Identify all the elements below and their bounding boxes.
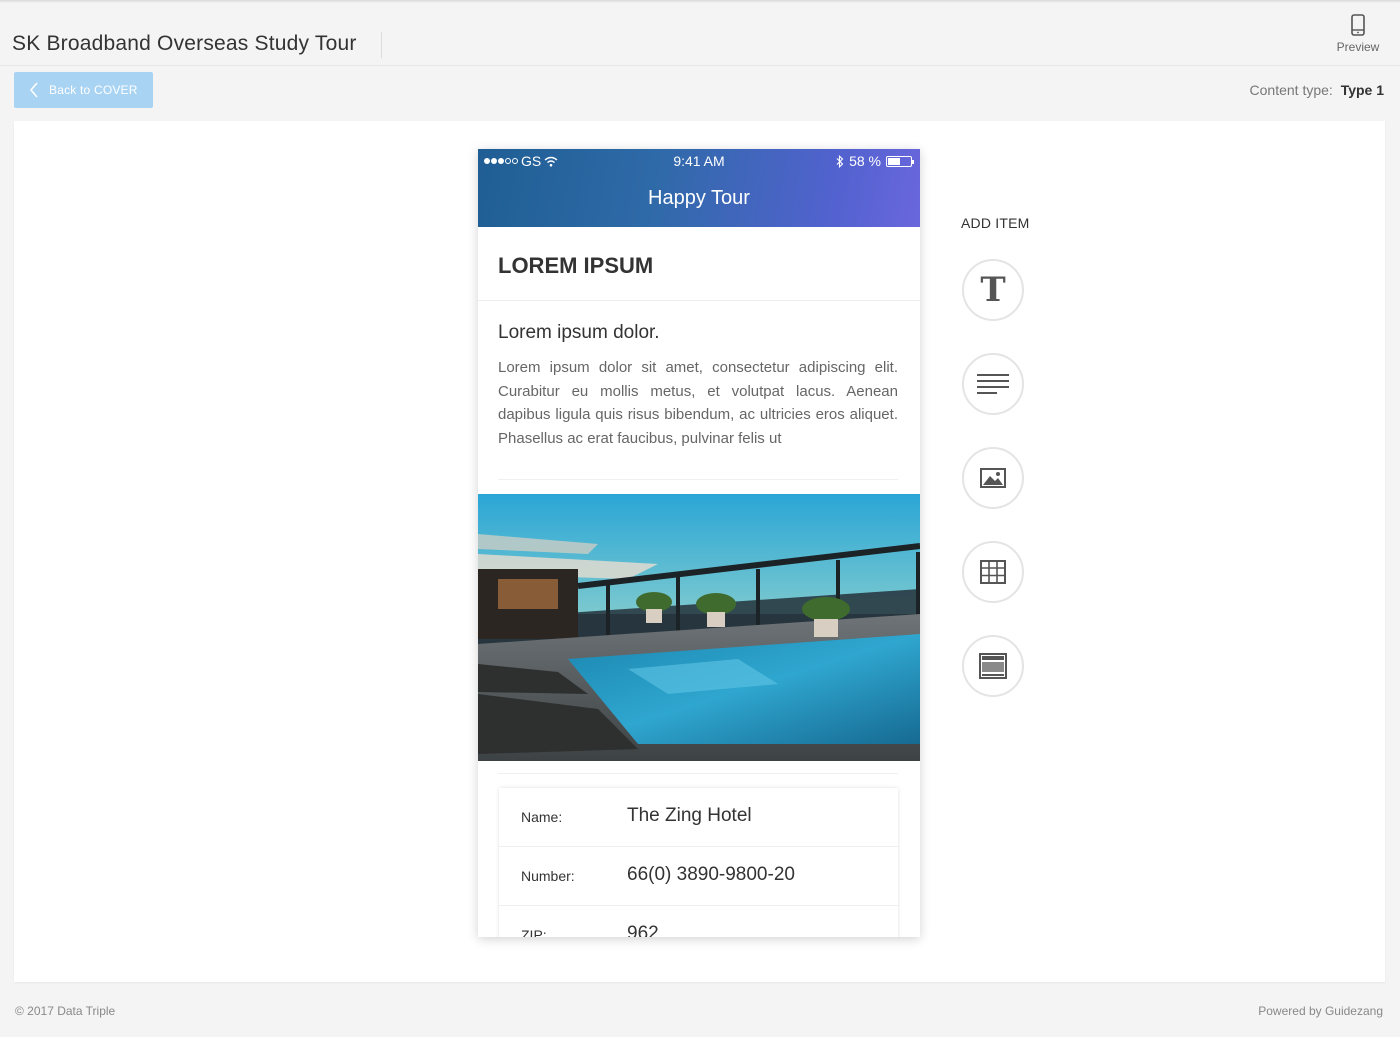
section-title[interactable]: LOREM IPSUM [498,253,653,279]
row-label: Number: [521,868,575,884]
add-title-button[interactable]: T [962,259,1024,321]
footer-copyright: © 2017 Data Triple [15,1004,116,1018]
back-to-cover-button[interactable]: Back to COVER [14,72,153,108]
info-table[interactable]: Name: The Zing Hotel Number: 66(0) 3890-… [499,788,898,937]
add-image-button[interactable] [962,447,1024,509]
app-name: Happy Tour [648,187,750,209]
table-icon [980,560,1006,584]
row-label: ZIP: [521,927,547,937]
layout-icon [979,653,1007,679]
content-type-label: Content type: [1249,82,1333,98]
section-divider [478,300,920,301]
battery-percent: 58 % [849,153,881,169]
image-divider [498,773,898,774]
row-value: The Zing Hotel [627,805,752,826]
add-item-title: ADD ITEM [961,215,1030,231]
paragraph-icon [977,374,1009,394]
add-paragraph-button[interactable] [962,353,1024,415]
top-edge-shadow [0,0,1400,3]
table-row: Number: 66(0) 3890-9800-20 [499,847,898,906]
back-button-label: Back to COVER [49,83,138,97]
page-title: SK Broadband Overseas Study Tour [12,32,357,55]
add-table-button[interactable] [962,541,1024,603]
status-bar: GS 9:41 AM 58 % [478,153,920,171]
add-layout-button[interactable] [962,635,1024,697]
paragraph-divider [498,479,898,480]
hotel-pool-image[interactable] [478,494,920,761]
text-paragraph[interactable]: Lorem ipsum dolor sit amet, consectetur … [498,356,898,450]
preview-label: Preview [1336,40,1380,54]
text-heading[interactable]: Lorem ipsum dolor. [498,322,660,344]
content-type-indicator: Content type: Type 1 [1250,82,1384,98]
image-icon [980,468,1006,488]
row-label: Name: [521,809,563,825]
row-value: 962 [627,923,659,937]
battery-icon [886,155,914,167]
text-title-icon: T [980,270,1006,310]
footer-powered-by: Powered by Guidezang [1258,1004,1383,1018]
chevron-left-icon [20,82,48,98]
mobile-phone-icon [1351,14,1365,36]
preview-button[interactable]: Preview [1326,14,1390,62]
content-type-value[interactable]: Type 1 [1341,82,1384,98]
table-row: Name: The Zing Hotel [499,788,898,847]
phone-app-header: GS 9:41 AM 58 % Happy Tour [478,149,920,227]
phone-preview: GS 9:41 AM 58 % Happy Tour LOREM IPSUM L… [478,149,920,937]
header-divider [0,65,1400,66]
title-separator [381,32,382,58]
bluetooth-icon [836,154,844,168]
row-value: 66(0) 3890-9800-20 [627,864,795,885]
table-row: ZIP: 962 [499,906,898,937]
